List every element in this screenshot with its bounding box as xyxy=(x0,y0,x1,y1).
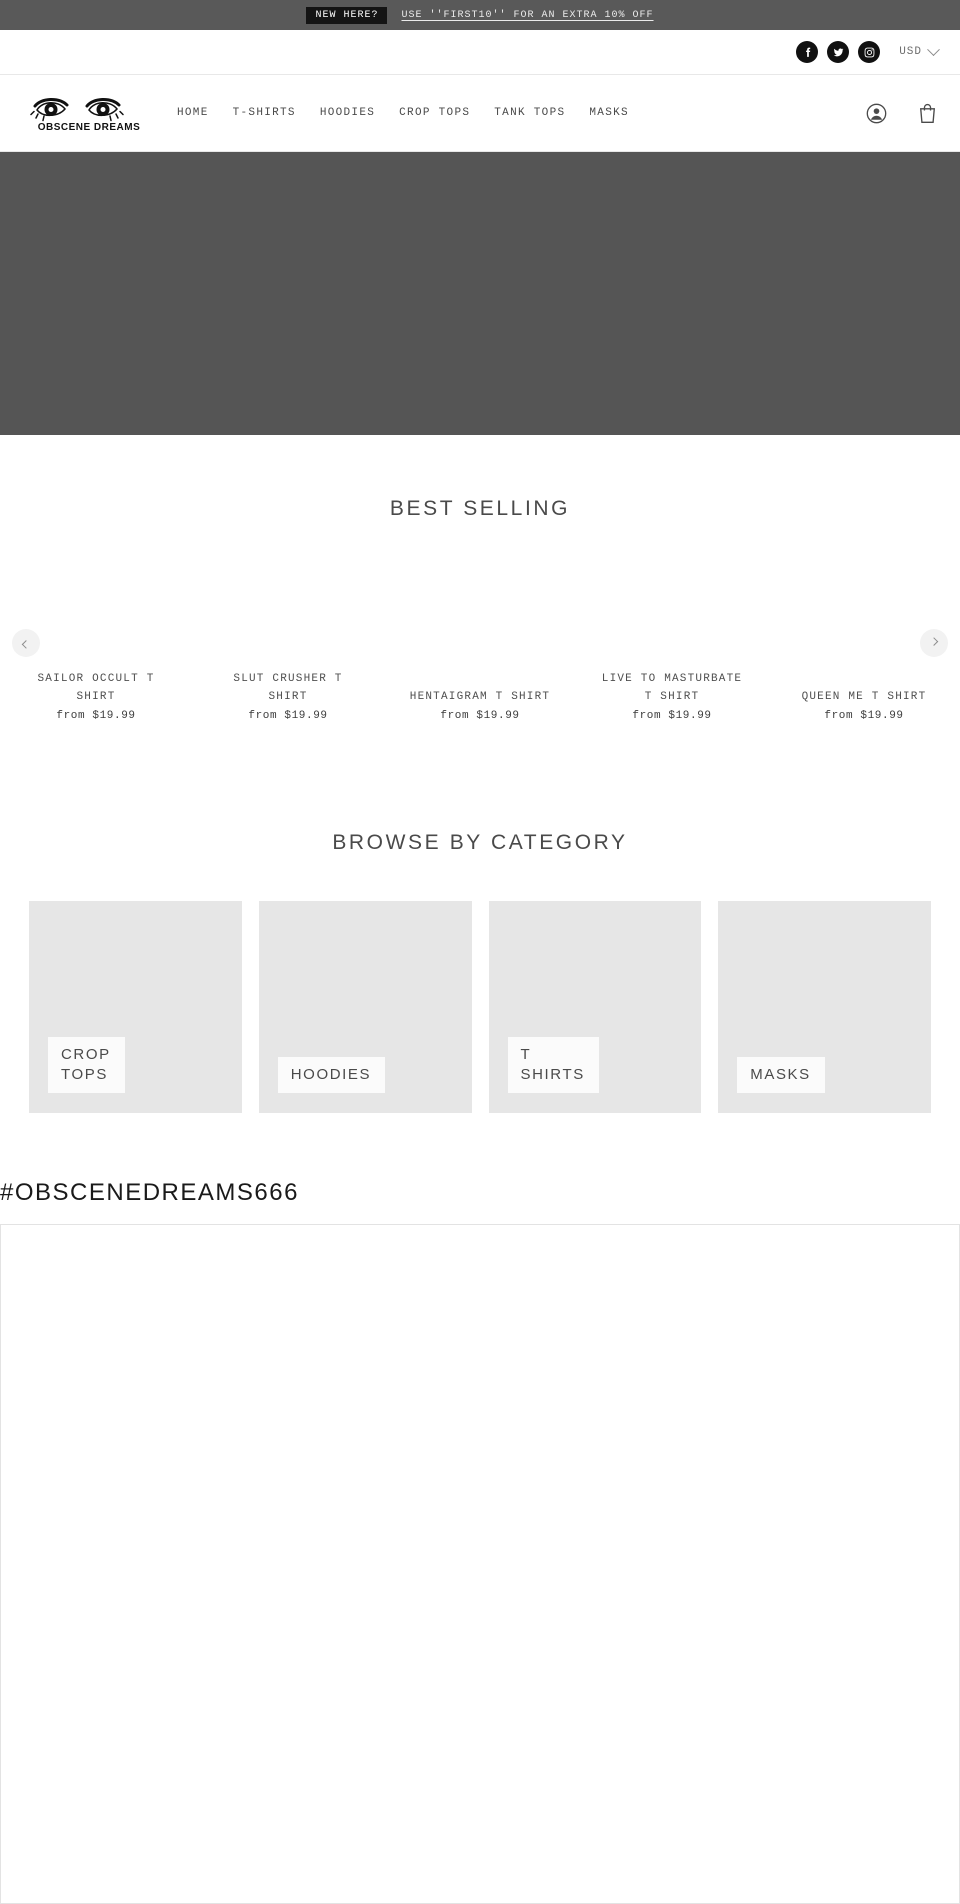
product-title: HENTAIGRAM T SHIRT xyxy=(409,691,551,703)
hero-banner[interactable] xyxy=(0,152,960,435)
logo-text: OBSCENE DREAMS xyxy=(38,122,141,132)
page-title: BEST SELLING xyxy=(389,497,571,520)
product-carousel: SAILOR OCCULT T SHIRT from $19.99 SLUT C… xyxy=(0,567,960,757)
cart-icon[interactable] xyxy=(917,102,938,124)
site-header: OBSCENE DREAMS HOME T-SHIRTS HOODIES CRO… xyxy=(0,75,960,152)
carousel-track: SAILOR OCCULT T SHIRT from $19.99 SLUT C… xyxy=(0,567,960,722)
category-card-t-shirts[interactable]: T SHIRTS xyxy=(488,901,702,1113)
nav-item-hoodies[interactable]: HOODIES xyxy=(320,107,375,119)
category-label: HOODIES xyxy=(277,1057,386,1093)
facebook-icon[interactable] xyxy=(796,41,819,63)
product-title: SLUT CRUSHER T SHIRT xyxy=(233,673,343,703)
nav-item-home[interactable]: HOME xyxy=(177,107,209,119)
product-title: LIVE TO MASTURBATE T SHIRT xyxy=(601,673,743,703)
currency-value: USD xyxy=(899,46,922,58)
product-card[interactable]: SLUT CRUSHER T SHIRT from $19.99 xyxy=(192,567,384,722)
category-label: MASKS xyxy=(737,1057,825,1093)
instagram-section: #OBSCENEDREAMS666 xyxy=(0,1179,960,1904)
nav-item-tank-tops[interactable]: TANK TOPS xyxy=(494,107,565,119)
browse-title: BROWSE BY CATEGORY xyxy=(332,831,628,854)
nav-item-masks[interactable]: MASKS xyxy=(589,107,629,119)
instagram-icon[interactable] xyxy=(858,41,881,63)
hashtag-title: #OBSCENEDREAMS666 xyxy=(0,1179,299,1206)
category-card-masks[interactable]: MASKS xyxy=(718,901,931,1113)
product-price: from $19.99 xyxy=(56,710,136,722)
announcement-link[interactable]: USE ''FIRST10'' FOR AN EXTRA 10% OFF xyxy=(401,10,653,21)
main-nav: HOME T-SHIRTS HOODIES CROP TOPS TANK TOP… xyxy=(177,107,629,119)
product-price: from $19.99 xyxy=(632,710,712,722)
product-title: SAILOR OCCULT T SHIRT xyxy=(37,673,155,703)
account-icon[interactable] xyxy=(866,103,887,124)
category-card-hoodies[interactable]: HOODIES xyxy=(258,901,472,1113)
category-label: CROP TOPS xyxy=(48,1037,125,1093)
product-image xyxy=(192,567,384,661)
header-actions xyxy=(866,102,938,124)
product-title: QUEEN ME T SHIRT xyxy=(801,691,927,703)
product-image xyxy=(768,567,960,679)
product-image xyxy=(384,567,576,679)
nav-item-t-shirts[interactable]: T-SHIRTS xyxy=(233,107,296,119)
category-grid: CROP TOPS HOODIES T SHIRTS MASKS xyxy=(0,901,960,1113)
chevron-down-icon xyxy=(927,42,940,56)
announcement-badge: NEW HERE? xyxy=(306,6,388,24)
product-price: from $19.99 xyxy=(824,710,904,722)
best-selling-section: BEST SELLING SAILOR OCCULT T SHIRT from … xyxy=(0,435,960,757)
category-card-crop-tops[interactable]: CROP TOPS xyxy=(29,901,242,1113)
chevron-right-icon xyxy=(929,637,939,646)
product-card[interactable]: LIVE TO MASTURBATE T SHIRT from $19.99 xyxy=(576,567,768,722)
carousel-prev-button[interactable] xyxy=(12,629,40,657)
twitter-icon[interactable] xyxy=(827,41,850,63)
product-image xyxy=(576,567,768,661)
browse-by-category-section: BROWSE BY CATEGORY CROP TOPS HOODIES T S… xyxy=(0,757,960,1113)
announcement-bar: NEW HERE? USE ''FIRST10'' FOR AN EXTRA 1… xyxy=(0,0,960,30)
chevron-left-icon xyxy=(21,640,31,649)
product-price: from $19.99 xyxy=(440,710,520,722)
eyes-logo-icon[interactable]: OBSCENE DREAMS xyxy=(30,95,148,132)
category-label: T SHIRTS xyxy=(507,1037,599,1093)
currency-selector[interactable]: USD xyxy=(899,42,940,58)
product-card[interactable]: HENTAIGRAM T SHIRT from $19.99 xyxy=(384,567,576,722)
carousel-next-button[interactable] xyxy=(920,629,948,657)
instagram-feed-panel[interactable] xyxy=(0,1224,960,1904)
utility-bar: USD xyxy=(0,30,960,75)
nav-item-crop-tops[interactable]: CROP TOPS xyxy=(399,107,470,119)
product-price: from $19.99 xyxy=(248,710,328,722)
